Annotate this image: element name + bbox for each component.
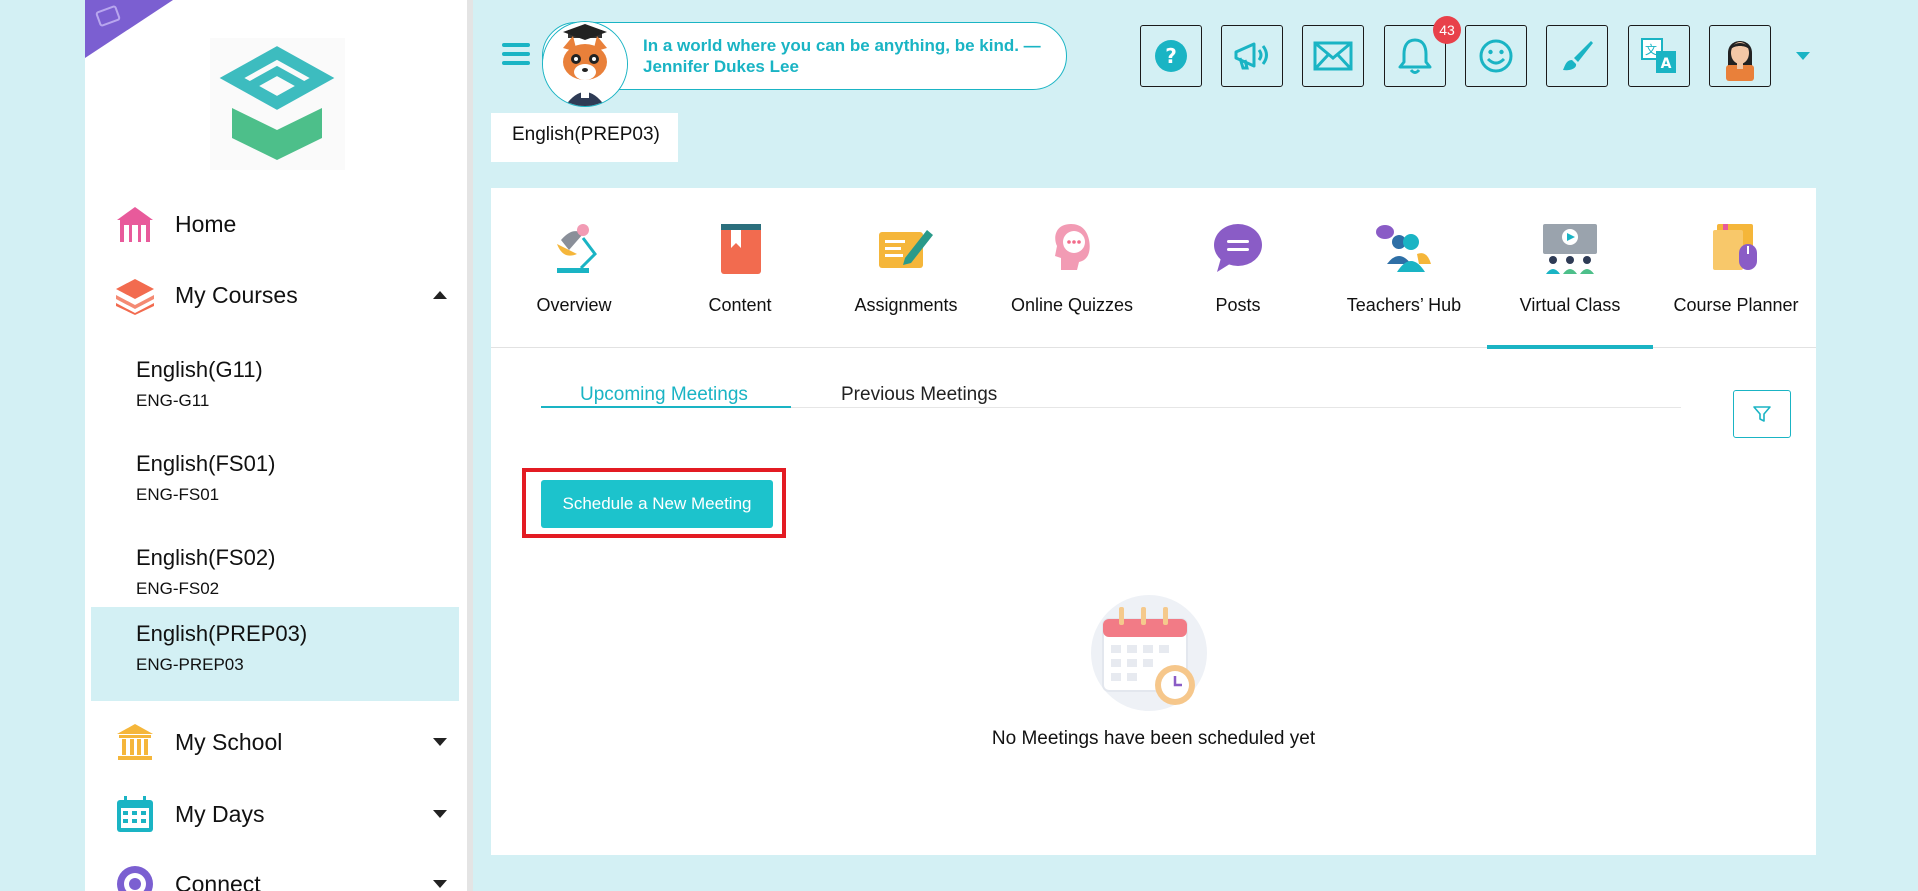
svg-text:文: 文 bbox=[1645, 42, 1657, 57]
course-item-prep03[interactable]: English(PREP03) ENG-PREP03 bbox=[91, 607, 459, 701]
brush-icon bbox=[1563, 41, 1593, 71]
quote-banner: In a world where you can be anything, be… bbox=[542, 21, 1067, 107]
mail-icon bbox=[1313, 41, 1353, 71]
course-item-g11[interactable]: English(G11) ENG-G11 bbox=[91, 343, 459, 437]
sidebar-item-my-courses[interactable]: My Courses bbox=[85, 273, 459, 317]
courses-icon bbox=[113, 273, 157, 317]
chevron-down-icon[interactable] bbox=[433, 880, 447, 888]
help-icon: ? bbox=[1155, 40, 1187, 72]
mail-button[interactable] bbox=[1302, 25, 1364, 87]
lamp-icon bbox=[557, 224, 597, 273]
filter-button[interactable] bbox=[1733, 390, 1791, 438]
svg-text:?: ? bbox=[1165, 44, 1177, 68]
subtab-upcoming-meetings[interactable]: Upcoming Meetings bbox=[580, 384, 748, 406]
empty-state-message: No Meetings have been scheduled yet bbox=[991, 728, 1316, 749]
tab-label: Overview bbox=[536, 295, 612, 315]
active-subtab-indicator bbox=[541, 406, 791, 408]
course-code: ENG-FS01 bbox=[136, 485, 220, 504]
sidebar-item-label: Home bbox=[175, 210, 237, 237]
course-code: ENG-FS02 bbox=[136, 579, 220, 598]
menu-toggle-icon[interactable] bbox=[502, 43, 530, 65]
language-button[interactable]: A 文 bbox=[1628, 25, 1690, 87]
profile-avatar bbox=[1726, 41, 1754, 81]
tab-content[interactable]: Content bbox=[657, 188, 823, 348]
course-name: English(PREP03) bbox=[136, 621, 308, 646]
sidebar-item-label: Connect bbox=[175, 870, 261, 891]
book-icon bbox=[721, 224, 761, 274]
fox-mascot-avatar bbox=[542, 21, 628, 107]
chevron-down-icon[interactable] bbox=[433, 810, 447, 818]
tab-label: Online Quizzes bbox=[1010, 295, 1134, 315]
subtab-previous-meetings[interactable]: Previous Meetings bbox=[841, 384, 997, 406]
quiz-head-icon bbox=[1055, 224, 1090, 270]
tab-teachers-hub[interactable]: Teachers’ Hub bbox=[1321, 188, 1487, 348]
school-logo[interactable] bbox=[210, 38, 345, 170]
teachers-group-icon bbox=[1376, 225, 1431, 272]
announcement-icon bbox=[1234, 42, 1268, 70]
schedule-meeting-button[interactable]: Schedule a New Meeting bbox=[541, 480, 773, 528]
virtual-class-icon bbox=[1543, 224, 1597, 274]
course-breadcrumb: English(PREP03) bbox=[491, 113, 678, 162]
chevron-down-icon[interactable] bbox=[433, 738, 447, 746]
course-tabs: Overview Content Assignments Online Quiz… bbox=[491, 188, 1819, 349]
tab-course-planner[interactable]: Course Planner bbox=[1653, 188, 1819, 348]
course-name: English(FS02) bbox=[136, 545, 276, 570]
tab-label: Assignments bbox=[854, 295, 958, 315]
planner-icon bbox=[1713, 224, 1757, 270]
tab-online-quizzes[interactable]: Online Quizzes bbox=[989, 188, 1155, 348]
chat-bubble-icon bbox=[1214, 224, 1262, 272]
course-name: English(G11) bbox=[136, 357, 263, 382]
sidebar-item-connect[interactable]: Connect bbox=[85, 862, 459, 891]
tab-overview[interactable]: Overview bbox=[491, 188, 657, 348]
tab-virtual-class[interactable]: Virtual Class bbox=[1487, 188, 1653, 349]
school-icon bbox=[113, 720, 157, 764]
theme-button[interactable] bbox=[1546, 25, 1608, 87]
tab-label: Virtual Class bbox=[1519, 295, 1621, 315]
announcements-button[interactable] bbox=[1221, 25, 1283, 87]
chevron-down-icon[interactable] bbox=[1796, 52, 1810, 60]
tab-assignments[interactable]: Assignments bbox=[823, 188, 989, 348]
calendar-icon bbox=[113, 792, 157, 836]
tab-label: Course Planner bbox=[1673, 295, 1799, 315]
course-item-fs01[interactable]: English(FS01) ENG-FS01 bbox=[91, 437, 459, 531]
connect-icon bbox=[113, 862, 157, 891]
bell-icon bbox=[1398, 38, 1432, 74]
sidebar-item-label: My Days bbox=[175, 800, 265, 827]
sidebar-item-home[interactable]: Home bbox=[85, 202, 459, 246]
sidebar: Home My Courses English(G11) ENG-G11 Eng… bbox=[85, 0, 467, 891]
course-code: ENG-PREP03 bbox=[136, 655, 244, 674]
main-panel: Overview Content Assignments Online Quiz… bbox=[491, 188, 1816, 855]
sidebar-item-label: My School bbox=[175, 728, 283, 755]
tab-posts[interactable]: Posts bbox=[1155, 188, 1321, 348]
quote-text: In a world where you can be anything, be… bbox=[643, 36, 1041, 76]
sidebar-item-my-days[interactable]: My Days bbox=[85, 792, 459, 836]
sidebar-item-my-school[interactable]: My School bbox=[85, 720, 459, 764]
meeting-subtabs: Upcoming Meetings Previous Meetings bbox=[541, 384, 1681, 408]
notification-count-badge: 43 bbox=[1433, 16, 1461, 44]
sidebar-scrollbar[interactable] bbox=[467, 0, 473, 891]
chevron-up-icon[interactable] bbox=[433, 291, 447, 299]
tab-label: Content bbox=[708, 295, 772, 315]
help-button[interactable]: ? bbox=[1140, 25, 1202, 87]
smiley-icon bbox=[1479, 39, 1513, 73]
profile-button[interactable] bbox=[1709, 25, 1771, 87]
filter-icon bbox=[1753, 406, 1771, 422]
tab-label: Posts bbox=[1215, 295, 1261, 315]
sidebar-item-label: My Courses bbox=[175, 281, 298, 308]
course-name: English(FS01) bbox=[136, 451, 276, 476]
svg-text:A: A bbox=[1661, 56, 1672, 72]
course-code: ENG-G11 bbox=[136, 391, 210, 410]
translate-icon: A 文 bbox=[1641, 38, 1676, 73]
calendar-clock-illustration bbox=[1091, 595, 1207, 711]
tab-label: Teachers’ Hub bbox=[1346, 295, 1462, 315]
assignment-pen-icon bbox=[879, 230, 933, 268]
corner-ribbon bbox=[85, 0, 173, 58]
mood-button[interactable] bbox=[1465, 25, 1527, 87]
home-icon bbox=[113, 202, 157, 246]
